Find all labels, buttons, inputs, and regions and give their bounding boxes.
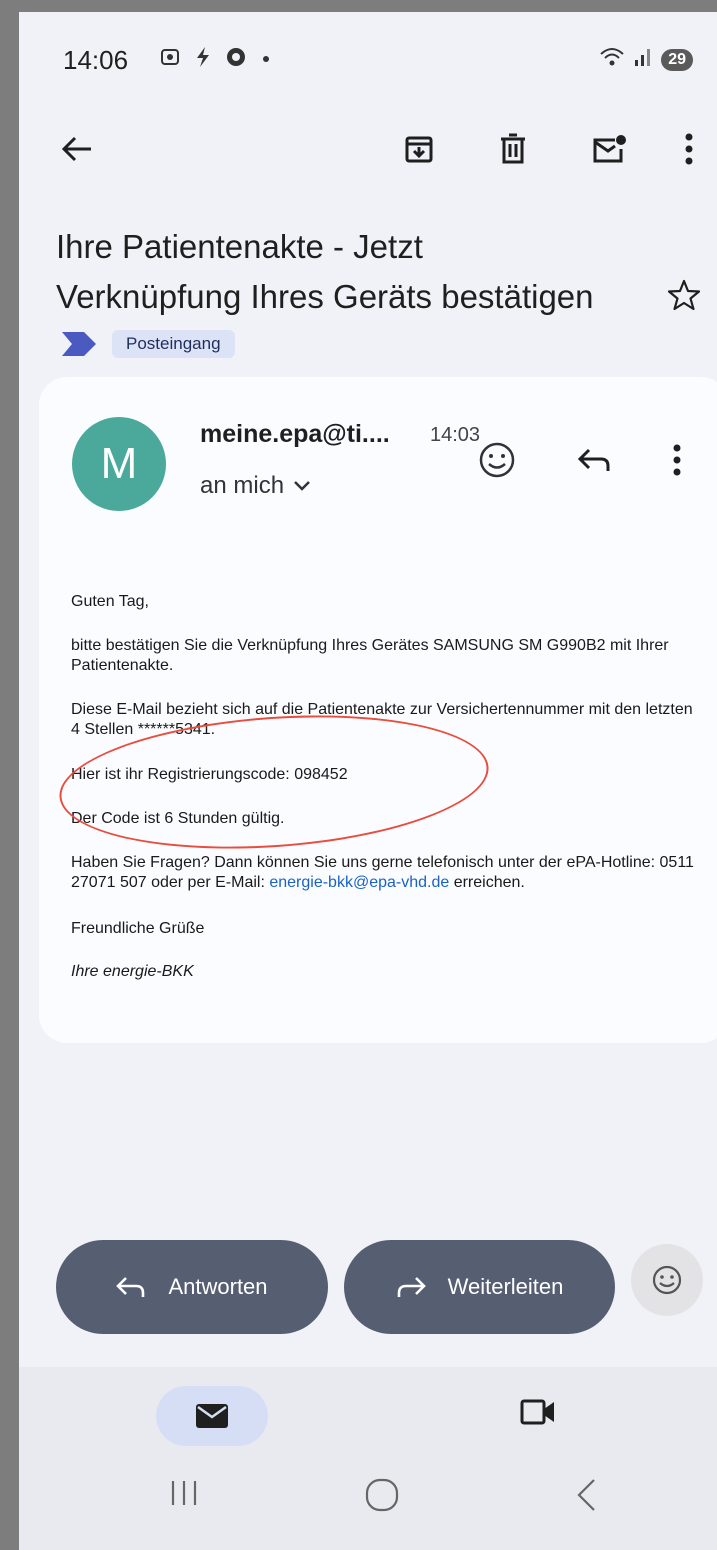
wifi-icon — [599, 46, 625, 73]
status-time: 14:06 — [63, 45, 129, 75]
subject-line-1: Ihre Patientenakte - Jetzt — [56, 228, 423, 265]
reply-action-label: Antworten — [168, 1274, 268, 1299]
emoji-icon — [479, 442, 515, 478]
signal-icon — [633, 46, 653, 73]
sender-name[interactable]: meine.epa@ti.... — [200, 420, 390, 449]
nav-meet-tab[interactable] — [519, 1397, 557, 1432]
message-toolbar — [19, 117, 717, 177]
reply-button[interactable] — [569, 435, 619, 485]
inbox-label-chip[interactable]: Posteingang — [112, 330, 235, 358]
star-button[interactable] — [667, 278, 701, 317]
archive-button[interactable] — [399, 129, 439, 169]
back-button[interactable] — [57, 129, 97, 169]
chevron-down-icon — [294, 481, 310, 491]
bottom-navigation — [19, 1367, 717, 1550]
body-paragraph-3-end: erreichen. — [449, 874, 525, 891]
recipient-details-toggle[interactable]: an mich — [200, 472, 312, 500]
subject-line-2: Verknüpfung Ihres Geräts bestätigen — [56, 278, 594, 315]
archive-icon — [405, 136, 433, 163]
system-back-button[interactable] — [574, 1477, 598, 1518]
mail-icon — [196, 1404, 228, 1428]
video-camera-icon — [520, 1399, 554, 1425]
body-greeting: Guten Tag, — [71, 593, 149, 610]
back-arrow-icon — [61, 136, 91, 162]
body-signature: Ihre energie-BKK — [71, 963, 194, 980]
forward-action-label: Weiterleiten — [447, 1274, 564, 1299]
nav-mail-tab[interactable] — [156, 1386, 268, 1446]
body-closing: Freundliche Grüße — [71, 920, 205, 937]
battery-indicator: 29 — [661, 48, 693, 71]
delete-button[interactable] — [493, 129, 533, 169]
device-frame-left — [0, 0, 19, 1550]
chevron-left-icon — [577, 1479, 595, 1511]
message-more-button[interactable] — [652, 435, 702, 485]
add-reaction-button[interactable] — [472, 435, 522, 485]
more-vert-icon — [673, 444, 681, 476]
home-button[interactable] — [364, 1477, 400, 1518]
recipient-label: an mich — [200, 472, 285, 499]
react-emoji-button[interactable] — [631, 1244, 703, 1316]
chrome-icon — [225, 46, 247, 73]
status-notification-icons — [159, 46, 271, 73]
forward-icon — [397, 1277, 426, 1297]
reply-action-button[interactable]: Antworten — [56, 1240, 328, 1334]
dot-icon — [261, 51, 271, 69]
sender-avatar[interactable]: M — [72, 417, 166, 511]
flash-icon — [195, 46, 211, 73]
reply-icon — [116, 1277, 145, 1297]
mark-unread-icon — [593, 135, 626, 163]
more-options-button[interactable] — [669, 129, 709, 169]
mark-unread-button[interactable] — [589, 129, 629, 169]
recent-apps-button[interactable] — [169, 1477, 199, 1514]
status-system-icons: 29 — [599, 46, 693, 73]
screenshot-icon — [159, 46, 181, 73]
recent-apps-icon — [171, 1481, 197, 1505]
device-frame-top — [0, 0, 717, 12]
email-subject: Ihre Patientenakte - Jetzt Verknüpfung I… — [56, 222, 656, 322]
label-row: Posteingang — [62, 330, 235, 358]
body-paragraph-1: bitte bestätigen Sie die Verknüpfung Ihr… — [71, 637, 669, 674]
body-paragraph-3: Haben Sie Fragen? Dann können Sie uns ge… — [71, 853, 701, 893]
star-outline-icon — [667, 279, 701, 311]
message-card: M meine.epa@ti.... 14:03 an mich Guten T… — [39, 377, 717, 1043]
delete-icon — [501, 133, 525, 164]
more-vert-icon — [685, 133, 693, 165]
reply-icon — [577, 448, 610, 471]
status-bar: 14:06 29 — [19, 12, 717, 92]
forward-action-button[interactable]: Weiterleiten — [344, 1240, 615, 1334]
home-icon — [365, 1478, 399, 1512]
emoji-icon — [652, 1265, 682, 1295]
email-link[interactable]: energie-bkk@epa-vhd.de — [269, 874, 449, 891]
importance-marker-icon — [62, 332, 96, 356]
gmail-screen: 14:06 29 Ihre Patientenakte - Jetzt Verk… — [19, 12, 717, 1550]
